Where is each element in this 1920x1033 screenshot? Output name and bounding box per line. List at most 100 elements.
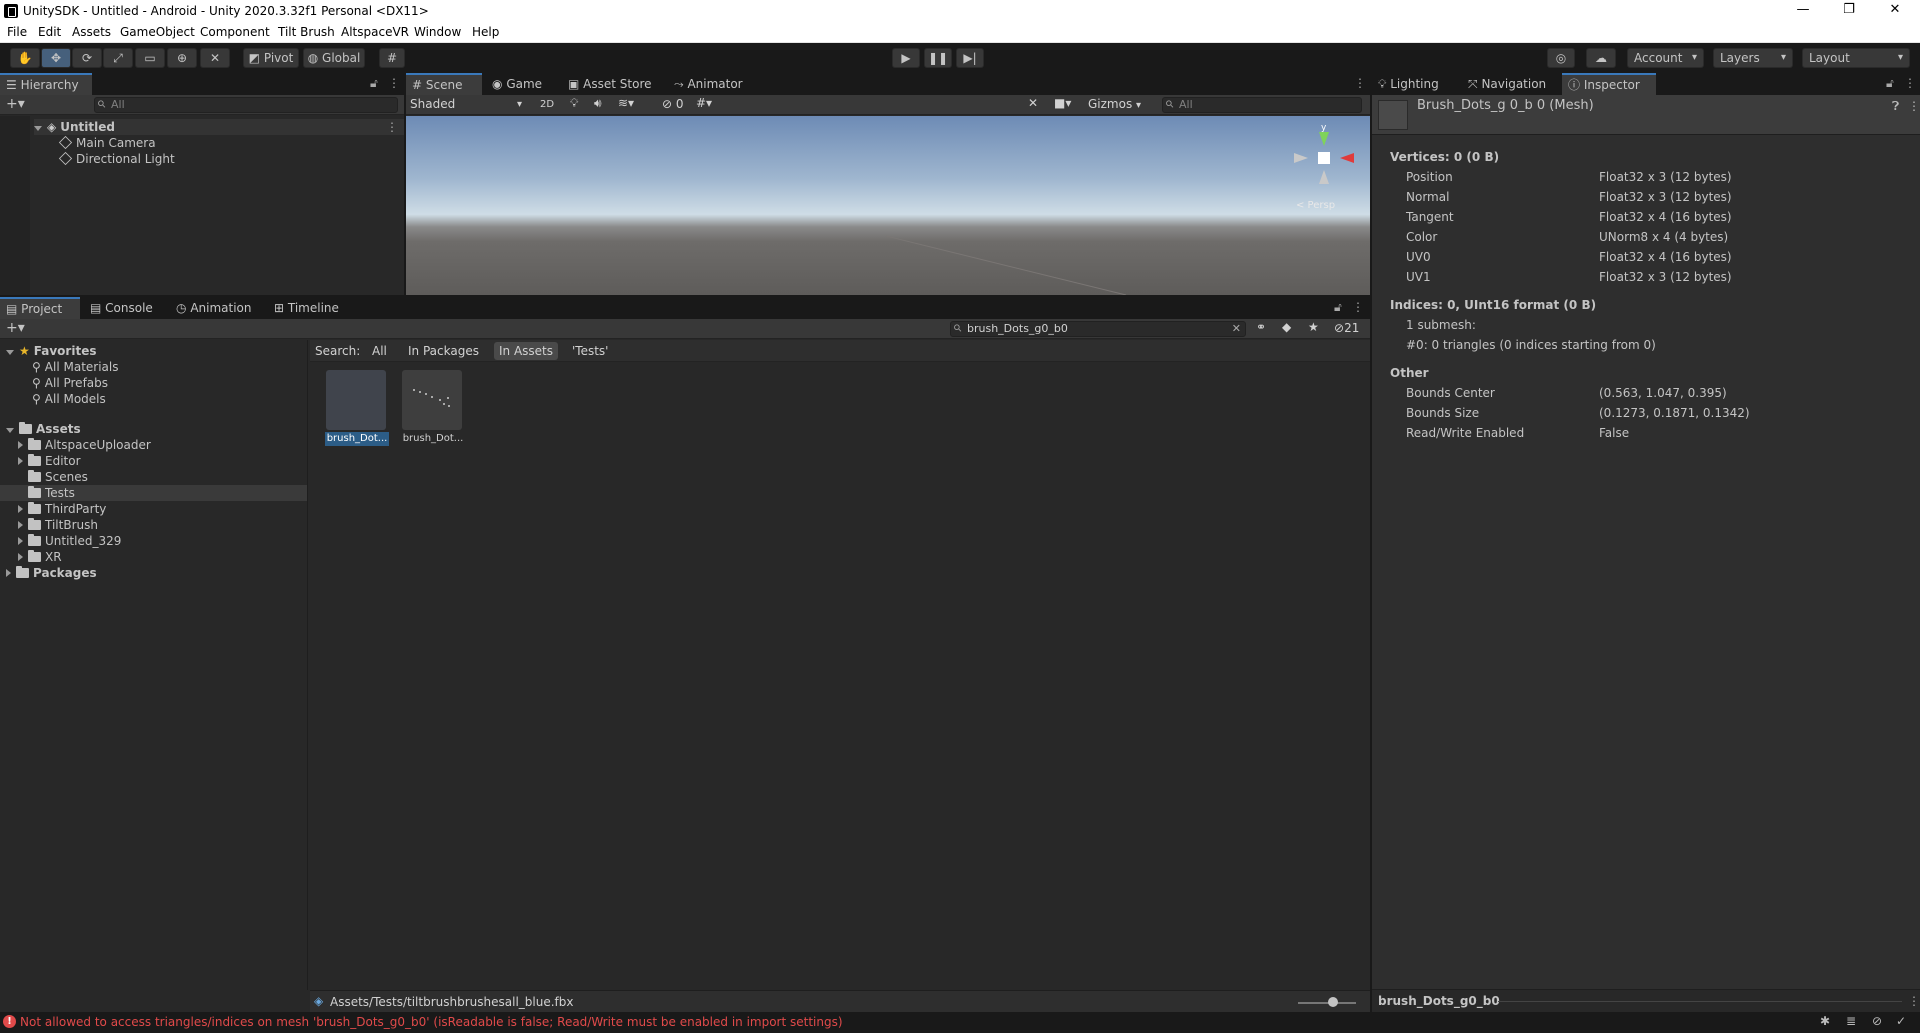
progress-check-icon[interactable]: ✓ [1896, 1014, 1906, 1028]
move-tool-button[interactable]: ✥ [41, 48, 71, 68]
status-error-message[interactable]: Not allowed to access triangles/indices … [20, 1015, 843, 1029]
auto-generate-icon[interactable]: ⊘ [1872, 1014, 1882, 1028]
step-button[interactable]: ▶| [956, 48, 984, 68]
asset-thumbnail-mesh[interactable] [326, 370, 386, 430]
project-search-input[interactable]: brush_Dots_g0_b0 ✕ [950, 321, 1246, 337]
transform-tool-button[interactable]: ⊕ [167, 48, 197, 68]
scale-tool-button[interactable]: ⤢ [103, 48, 133, 68]
scope-tests[interactable]: 'Tests' [572, 344, 608, 358]
pivot-toggle[interactable]: ◩ Pivot [243, 48, 299, 68]
folder-row[interactable]: AltspaceUploader [18, 437, 151, 453]
expand-arrow-icon[interactable] [6, 569, 11, 577]
assets-row[interactable]: Assets [6, 421, 81, 437]
account-dropdown[interactable]: Account [1627, 48, 1704, 68]
pause-button[interactable]: ❚❚ [924, 48, 952, 68]
menu-file[interactable]: File [7, 25, 27, 39]
favorite-item[interactable]: ⚲ All Prefabs [32, 375, 108, 391]
custom-tool-button[interactable]: ✕ [200, 48, 230, 68]
hierarchy-search-input[interactable]: All [94, 97, 398, 113]
folder-row[interactable]: ThirdParty [18, 501, 106, 517]
scene-gizmo[interactable]: y [1284, 122, 1364, 202]
search-by-type-icon[interactable]: ⚭ [1256, 320, 1266, 334]
folder-row[interactable]: Editor [18, 453, 81, 469]
hierarchy-scene-row[interactable]: ◈ Untitled ⋮ [34, 119, 404, 135]
play-button[interactable]: ▶ [892, 48, 920, 68]
hand-tool-button[interactable]: ✋ [10, 48, 40, 68]
folder-row[interactable]: Untitled_329 [18, 533, 121, 549]
clear-search-icon[interactable]: ✕ [1232, 322, 1241, 336]
effects-dropdown-icon[interactable]: ≋▾ [618, 96, 634, 110]
favorite-item[interactable]: ⚲ All Materials [32, 359, 119, 375]
tab-project[interactable]: ▤ Project [0, 297, 80, 319]
packages-row[interactable]: Packages [6, 565, 97, 581]
folder-row[interactable]: TiltBrush [18, 517, 98, 533]
lock-icon[interactable]: 🔓︎ [1886, 76, 1894, 91]
rotate-tool-button[interactable]: ⟳ [72, 48, 102, 68]
asset-thumbnail-model[interactable] [402, 370, 462, 430]
tab-lighting[interactable]: 💡︎ Lighting [1372, 73, 1452, 95]
camera-dropdown-icon[interactable]: ■▾ [1054, 96, 1071, 110]
hierarchy-item-directional-light[interactable]: Directional Light [58, 151, 175, 167]
expand-arrow-icon[interactable] [18, 553, 23, 561]
kebab-menu-icon[interactable]: ⋮ [388, 76, 400, 90]
menu-edit[interactable]: Edit [38, 25, 61, 39]
hidden-objects-toggle[interactable]: ⊘ 0 [662, 97, 684, 111]
persp-label[interactable]: < Persp [1296, 200, 1335, 211]
expand-arrow-icon[interactable] [18, 521, 23, 529]
status-bar[interactable]: ! Not allowed to access triangles/indice… [0, 1012, 1920, 1033]
maximize-button[interactable]: ❐ [1826, 0, 1872, 22]
folder-row[interactable]: XR [18, 549, 62, 565]
scene-menu-icon[interactable]: ⋮ [1354, 76, 1366, 90]
expand-arrow-icon[interactable] [18, 505, 23, 513]
draw-mode-dropdown[interactable]: Shaded ▾ [408, 96, 526, 113]
hidden-packages-toggle[interactable]: ⊘21 [1334, 321, 1359, 335]
grid-snap-button[interactable]: # [379, 48, 405, 68]
collab-button[interactable]: ◎ [1547, 48, 1575, 68]
menu-gameobject[interactable]: GameObject [120, 25, 195, 39]
tab-game[interactable]: ◉ Game [486, 73, 550, 95]
close-button[interactable]: ✕ [1872, 0, 1918, 22]
gizmos-dropdown[interactable]: Gizmos ▾ [1088, 96, 1154, 113]
tab-console[interactable]: ▤ Console [84, 297, 164, 319]
tab-timeline[interactable]: ⊞ Timeline [268, 297, 354, 319]
folder-row[interactable]: Scenes [18, 469, 88, 485]
scope-all[interactable]: All [372, 344, 387, 358]
menu-altspacevr[interactable]: AltspaceVR [341, 25, 409, 39]
tab-scene[interactable]: # Scene [406, 73, 482, 95]
layers-dropdown[interactable]: Layers [1713, 48, 1793, 68]
layout-dropdown[interactable]: Layout [1802, 48, 1910, 68]
menu-tilt-brush[interactable]: Tilt Brush [278, 25, 335, 39]
menu-window[interactable]: Window [414, 25, 461, 39]
minimize-button[interactable]: — [1780, 0, 1826, 22]
kebab-menu-icon[interactable]: ⋮ [1352, 300, 1364, 314]
expand-arrow-icon[interactable] [34, 126, 42, 131]
create-add-button[interactable]: +▾ [6, 96, 25, 112]
expand-arrow-icon[interactable] [18, 441, 23, 449]
expand-arrow-icon[interactable] [6, 350, 14, 355]
favorite-star-icon[interactable]: ★ [1308, 320, 1319, 334]
preview-bar[interactable]: brush_Dots_g0_b0 ⋮ [1372, 989, 1920, 1012]
scene-viewport[interactable]: y < Persp [406, 116, 1370, 295]
expand-arrow-icon[interactable] [6, 428, 14, 433]
audio-toggle-icon[interactable]: 🔊︎ [594, 96, 602, 111]
tab-navigation[interactable]: ⤧ Navigation [1462, 73, 1558, 95]
favorites-row[interactable]: ★ Favorites [6, 343, 96, 359]
hierarchy-item-main-camera[interactable]: Main Camera [58, 135, 156, 151]
grid-dropdown-icon[interactable]: #▾ [696, 96, 712, 110]
2d-toggle[interactable]: 2D [532, 96, 562, 113]
tab-animation[interactable]: ◷ Animation [170, 297, 260, 319]
cache-server-icon[interactable]: ≣ [1846, 1014, 1856, 1028]
component-menu-icon[interactable]: ⋮ [1908, 99, 1920, 113]
lighting-toggle-icon[interactable]: 💡︎ [570, 96, 578, 111]
menu-help[interactable]: Help [472, 25, 499, 39]
expand-arrow-icon[interactable] [18, 457, 23, 465]
lock-icon[interactable]: 🔓︎ [370, 76, 378, 91]
expand-arrow-icon[interactable] [18, 537, 23, 545]
menu-component[interactable]: Component [200, 25, 270, 39]
global-toggle[interactable]: ◍ Global [303, 48, 365, 68]
search-by-label-icon[interactable]: ◆ [1282, 320, 1291, 334]
scene-search-input[interactable]: All [1162, 97, 1362, 113]
tab-inspector[interactable]: ⓘ Inspector [1562, 73, 1656, 95]
tab-asset-store[interactable]: ▣ Asset Store [562, 73, 656, 95]
help-icon[interactable]: ❓︎ [1892, 99, 1899, 114]
